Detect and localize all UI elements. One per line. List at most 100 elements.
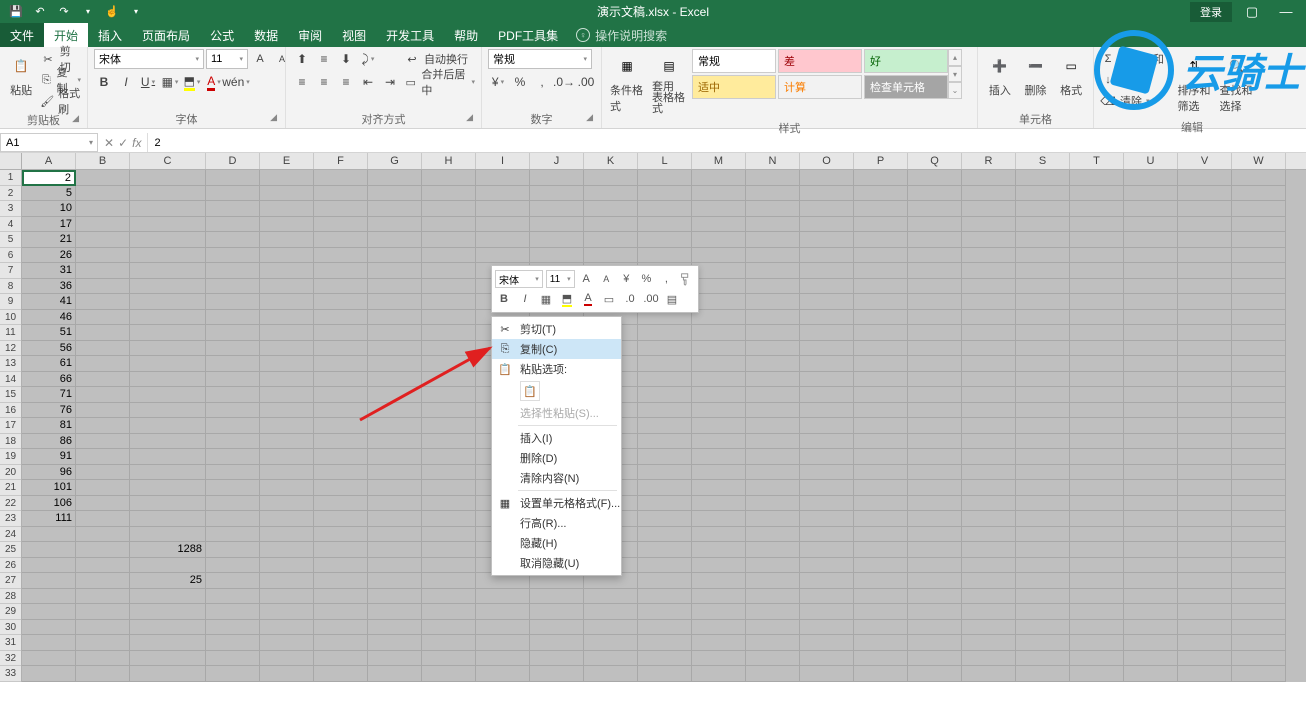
- delete-cells-button[interactable]: ➖删除: [1020, 49, 1052, 102]
- cell[interactable]: [638, 325, 692, 341]
- column-header[interactable]: C: [130, 153, 206, 169]
- cell[interactable]: [1124, 356, 1178, 372]
- cell[interactable]: [1232, 527, 1286, 543]
- cell[interactable]: [692, 310, 746, 326]
- cell[interactable]: [22, 527, 76, 543]
- cell[interactable]: [800, 248, 854, 264]
- comma-button[interactable]: ,: [532, 72, 552, 92]
- column-header[interactable]: T: [1070, 153, 1124, 169]
- cell[interactable]: [22, 589, 76, 605]
- cell[interactable]: [908, 418, 962, 434]
- cell[interactable]: [206, 651, 260, 667]
- cell[interactable]: [1070, 511, 1124, 527]
- cell[interactable]: [422, 341, 476, 357]
- cell[interactable]: [584, 186, 638, 202]
- cell[interactable]: [314, 356, 368, 372]
- cell[interactable]: [476, 232, 530, 248]
- cell[interactable]: [1178, 201, 1232, 217]
- cell[interactable]: [908, 263, 962, 279]
- cell[interactable]: [1070, 294, 1124, 310]
- cell[interactable]: [76, 387, 130, 403]
- cell[interactable]: [368, 232, 422, 248]
- cell[interactable]: [962, 294, 1016, 310]
- cell[interactable]: [908, 232, 962, 248]
- cell[interactable]: [314, 341, 368, 357]
- cell[interactable]: [130, 589, 206, 605]
- cell[interactable]: [1124, 589, 1178, 605]
- cell[interactable]: [638, 341, 692, 357]
- cell[interactable]: [746, 434, 800, 450]
- cell[interactable]: [692, 620, 746, 636]
- cell[interactable]: 101: [22, 480, 76, 496]
- cell[interactable]: [800, 263, 854, 279]
- cell[interactable]: [692, 325, 746, 341]
- cell[interactable]: [854, 635, 908, 651]
- cell[interactable]: [962, 589, 1016, 605]
- cell[interactable]: [422, 465, 476, 481]
- cell[interactable]: [368, 356, 422, 372]
- cell[interactable]: [692, 356, 746, 372]
- mini-comma-icon[interactable]: ,: [658, 270, 675, 288]
- cell[interactable]: [314, 558, 368, 574]
- cell[interactable]: [1070, 341, 1124, 357]
- cell[interactable]: [422, 558, 476, 574]
- cell[interactable]: [206, 341, 260, 357]
- cell[interactable]: [260, 434, 314, 450]
- cell[interactable]: [206, 480, 260, 496]
- cell[interactable]: [1124, 480, 1178, 496]
- cell[interactable]: [260, 232, 314, 248]
- cell[interactable]: [1016, 589, 1070, 605]
- column-header[interactable]: S: [1016, 153, 1070, 169]
- cell[interactable]: [314, 248, 368, 264]
- cell[interactable]: [314, 201, 368, 217]
- column-header[interactable]: E: [260, 153, 314, 169]
- cell[interactable]: [638, 418, 692, 434]
- cell[interactable]: [800, 310, 854, 326]
- cell[interactable]: [1178, 403, 1232, 419]
- cell[interactable]: [476, 248, 530, 264]
- cell[interactable]: [692, 186, 746, 202]
- cell[interactable]: [368, 294, 422, 310]
- menu-item[interactable]: 隐藏(H): [492, 533, 621, 553]
- cell[interactable]: [1232, 387, 1286, 403]
- row-header[interactable]: 7: [0, 263, 21, 279]
- cell[interactable]: [1016, 372, 1070, 388]
- cell[interactable]: [1232, 310, 1286, 326]
- cell[interactable]: [800, 434, 854, 450]
- cell[interactable]: [206, 511, 260, 527]
- cell[interactable]: [260, 279, 314, 295]
- cell[interactable]: [1070, 310, 1124, 326]
- menu-item[interactable]: 清除内容(N): [492, 468, 621, 488]
- cell[interactable]: [800, 170, 854, 186]
- decrease-decimal-button[interactable]: .00: [576, 72, 596, 92]
- cell[interactable]: [800, 651, 854, 667]
- cell[interactable]: [130, 496, 206, 512]
- cell[interactable]: [260, 573, 314, 589]
- mini-decrease-font-icon[interactable]: A: [598, 270, 615, 288]
- cell[interactable]: [130, 232, 206, 248]
- cell[interactable]: [76, 372, 130, 388]
- cell[interactable]: [1232, 604, 1286, 620]
- cell[interactable]: [206, 527, 260, 543]
- cell[interactable]: [800, 217, 854, 233]
- cell[interactable]: [1232, 635, 1286, 651]
- cell[interactable]: [692, 232, 746, 248]
- cell[interactable]: [1178, 387, 1232, 403]
- cell[interactable]: [422, 573, 476, 589]
- cell[interactable]: [692, 480, 746, 496]
- number-format-select[interactable]: 常规▾: [488, 49, 592, 69]
- cell[interactable]: [908, 325, 962, 341]
- cell[interactable]: [1178, 604, 1232, 620]
- cell[interactable]: [314, 325, 368, 341]
- cell[interactable]: 46: [22, 310, 76, 326]
- cell[interactable]: [1070, 465, 1124, 481]
- column-header[interactable]: V: [1178, 153, 1232, 169]
- cell[interactable]: [260, 449, 314, 465]
- cell[interactable]: [422, 620, 476, 636]
- cell[interactable]: [76, 310, 130, 326]
- cell[interactable]: [746, 527, 800, 543]
- cell[interactable]: [908, 248, 962, 264]
- cell[interactable]: [854, 480, 908, 496]
- cell[interactable]: [908, 573, 962, 589]
- cell[interactable]: [206, 403, 260, 419]
